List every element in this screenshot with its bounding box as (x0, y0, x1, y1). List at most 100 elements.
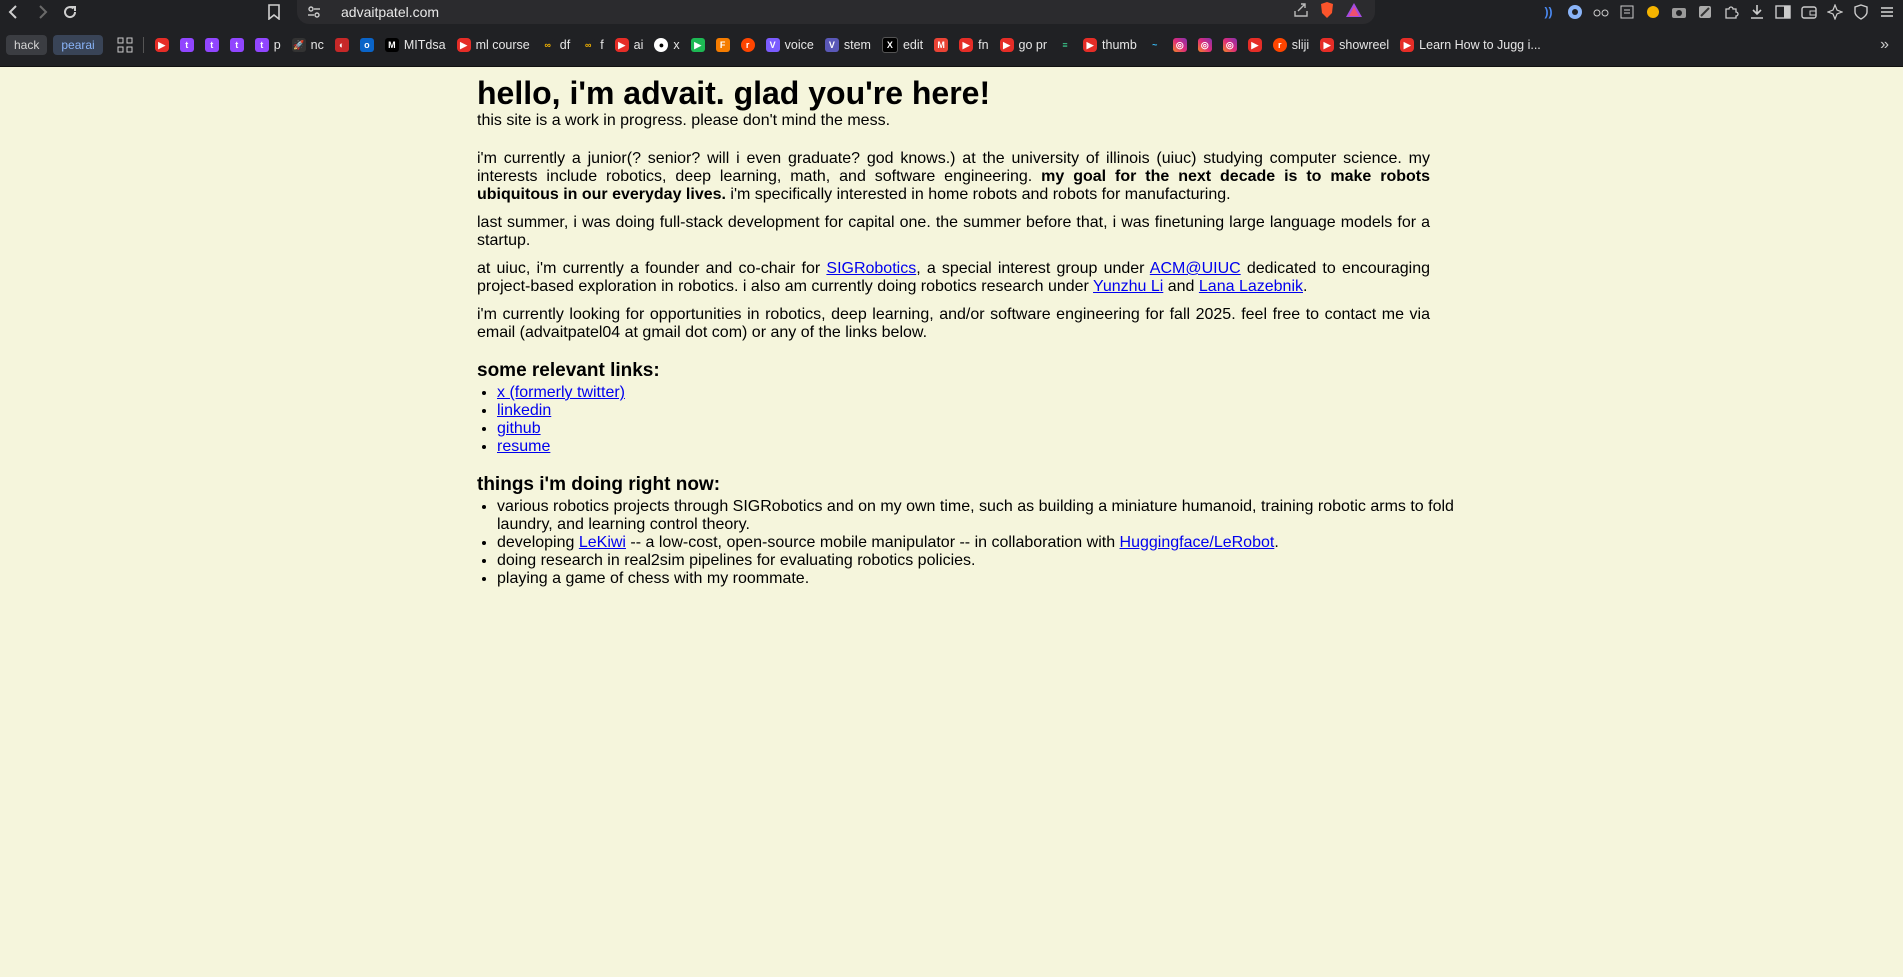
url-text[interactable]: advaitpatel.com (341, 4, 439, 20)
sigrobotics-link[interactable]: SIGRobotics (826, 260, 916, 277)
github-link[interactable]: github (497, 420, 541, 437)
bookmark-item[interactable]: r sliji (1272, 38, 1310, 52)
menu-icon[interactable] (1878, 4, 1895, 21)
page-subtitle: this site is a work in progress. please … (477, 112, 891, 129)
sidebar-toggle-icon[interactable] (1774, 4, 1791, 21)
bookmark-item[interactable]: Vvoice (765, 38, 814, 52)
bookmark-item[interactable]: ≡ (1058, 38, 1073, 52)
bookmark-item[interactable]: ◎ (1222, 38, 1237, 52)
pen-extension-icon[interactable] (1696, 4, 1713, 21)
youtube-icon: ▶ (1247, 38, 1262, 52)
leo-ai-icon[interactable] (1826, 4, 1843, 21)
bookmark-item[interactable]: ▶ (154, 38, 169, 52)
read-aloud-icon[interactable]: )) (1540, 4, 1557, 21)
brave-rewards-icon[interactable] (1345, 2, 1363, 23)
puzzle-extensions-icon[interactable] (1722, 4, 1739, 21)
vpn-shield-icon[interactable] (1852, 4, 1869, 21)
yunzhu-li-link[interactable]: Yunzhu Li (1093, 278, 1163, 295)
bookmark-item[interactable]: ~ (1147, 38, 1162, 52)
bookmark-item[interactable]: o (359, 38, 374, 52)
bookmark-item[interactable]: ▶ showreel (1320, 38, 1389, 52)
resume-link[interactable]: resume (497, 438, 550, 455)
forward-button[interactable] (28, 0, 56, 24)
v-box-icon: V (824, 38, 839, 52)
bookmark-item[interactable]: ▶ fn (959, 38, 989, 52)
lekiwi-link[interactable]: LeKiwi (579, 534, 626, 551)
bookmark-label: f (600, 38, 604, 52)
bookmark-label: edit (902, 38, 924, 52)
bookmark-label: voice (784, 38, 814, 52)
incognito-glasses-icon[interactable] (1592, 4, 1609, 21)
bookmark-item[interactable]: 🚀 nc (291, 38, 324, 52)
bookmark-label: ai (633, 38, 644, 52)
bookmark-item[interactable]: ▶ Learn How to Jugg i... (1400, 38, 1541, 52)
bookmark-item[interactable]: ◎ (1197, 38, 1212, 52)
outlook-icon: o (359, 38, 374, 52)
bookmark-label: p (273, 38, 281, 52)
bookmark-item[interactable]: ◎ (1172, 38, 1187, 52)
bookmark-item[interactable]: Vstem (824, 38, 871, 52)
bookmark-label: stem (843, 38, 871, 52)
bookmark-label: sliji (1291, 38, 1310, 52)
tailwind-icon: ~ (1147, 38, 1162, 52)
list-item: x (formerly twitter) (497, 384, 1430, 402)
bookmark-item[interactable]: t (229, 38, 244, 52)
chevron-right-icon (39, 5, 48, 19)
bookmark-item[interactable]: ● x (654, 38, 680, 52)
now-heading: things i'm doing right now: (477, 474, 721, 495)
bookmark-label: MITdsa (403, 38, 446, 52)
bookmark-page-button[interactable] (262, 0, 286, 24)
reload-icon (64, 6, 77, 19)
linkedin-link[interactable]: linkedin (497, 402, 551, 419)
reload-button[interactable] (56, 0, 84, 24)
acm-uiuc-link[interactable]: ACM@UIUC (1150, 260, 1241, 277)
apps-grid-button[interactable] (117, 37, 133, 53)
honey-extension-icon[interactable] (1644, 4, 1661, 21)
youtube-icon: ▶ (1400, 38, 1415, 52)
download-icon[interactable] (1748, 4, 1765, 21)
bookmark-item[interactable]: ▶ ml course (456, 38, 530, 52)
bookmark-pearai[interactable]: pearai (53, 35, 103, 55)
stripes-icon: ≡ (1058, 38, 1073, 52)
bookmark-item[interactable]: F (715, 38, 730, 52)
uiuc-paragraph: at uiuc, i'm currently a founder and co-… (477, 260, 1431, 295)
more-bookmarks-chevron-icon[interactable]: » (1880, 36, 1889, 54)
twitter-link[interactable]: x (formerly twitter) (497, 384, 625, 401)
reader-icon[interactable] (1618, 4, 1635, 21)
bookmarks-bar: hack pearai ▶ t t t t p 🚀 nc ◐ o M MITdsa ▶ ml course… (0, 24, 1903, 67)
list-item: doing research in real2sim pipelines for… (497, 552, 1469, 570)
bookmark-item[interactable]: t (179, 38, 194, 52)
bookmark-item[interactable]: ▶ thumb (1083, 38, 1137, 52)
bookmark-item[interactable]: ▶ ai (614, 38, 644, 52)
camera-icon[interactable] (1670, 4, 1687, 21)
list-item: linkedin (497, 402, 1430, 420)
reddit-icon: r (740, 38, 755, 52)
bookmark-item[interactable]: ▶ (690, 38, 705, 52)
address-bar[interactable]: advaitpatel.com (297, 0, 1375, 24)
bookmark-item[interactable]: ∞ df (540, 38, 570, 52)
back-button[interactable] (0, 0, 28, 24)
lerobot-link[interactable]: Huggingface/LeRobot (1120, 534, 1275, 551)
bookmark-item[interactable]: t (204, 38, 219, 52)
lana-lazebnik-link[interactable]: Lana Lazebnik (1199, 278, 1303, 295)
bookmark-item[interactable]: Xedit (881, 37, 924, 53)
site-settings-icon[interactable] (307, 6, 327, 18)
bookmark-item[interactable]: M MITdsa (384, 38, 446, 52)
google-lens-icon[interactable] (1566, 4, 1583, 21)
bookmark-item[interactable]: ▶ go pr (999, 38, 1047, 52)
list-item: developing LeKiwi -- a low-cost, open-so… (497, 534, 1469, 552)
bookmark-item[interactable]: ◐ (334, 38, 349, 52)
bookmark-item[interactable]: tp (254, 38, 281, 52)
youtube-icon: ▶ (1320, 38, 1335, 52)
wallet-icon[interactable] (1800, 4, 1817, 21)
bookmark-item[interactable]: M (934, 38, 949, 52)
bookmark-item[interactable]: r (740, 38, 755, 52)
brave-shields-icon[interactable] (1319, 1, 1335, 24)
youtube-icon: ▶ (614, 38, 629, 52)
list-item: github (497, 420, 1430, 438)
bookmark-item[interactable]: ▶ (1247, 38, 1262, 52)
bookmark-hack[interactable]: hack (6, 35, 48, 55)
bookmark-item[interactable]: ∞ f (581, 38, 604, 52)
share-icon[interactable] (1293, 2, 1309, 23)
extensions-area: )) (1540, 0, 1903, 24)
